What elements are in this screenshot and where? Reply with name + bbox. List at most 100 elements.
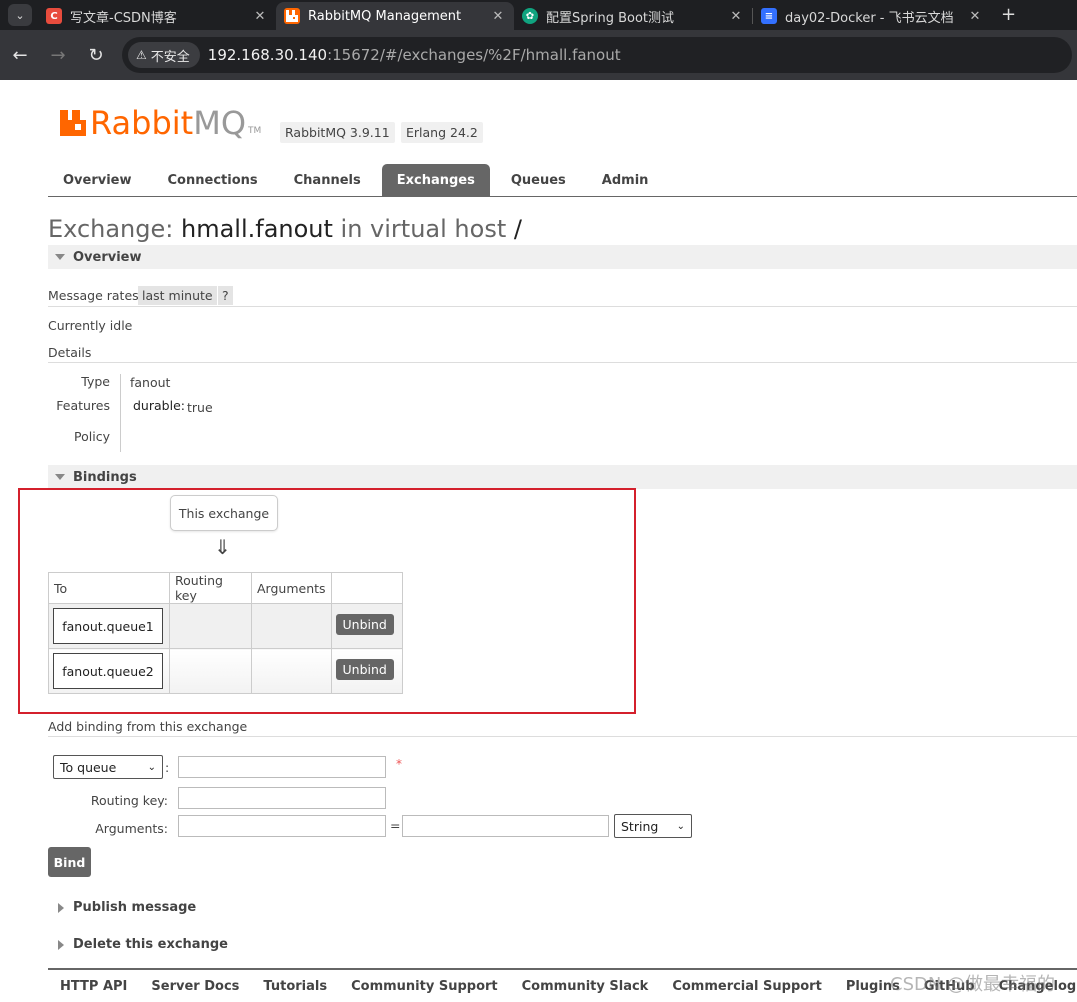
reload-icon[interactable]: ↻ — [78, 37, 114, 73]
tab-exchanges[interactable]: Exchanges — [381, 164, 490, 196]
tab-admin[interactable]: Admin — [587, 164, 664, 196]
arguments-label: Arguments: — [95, 821, 168, 836]
features-value: true — [187, 400, 213, 415]
tab-title: RabbitMQ Management — [308, 8, 462, 24]
features-label: Features — [56, 398, 110, 413]
col-to: To — [48, 572, 170, 604]
type-value: fanout — [130, 375, 171, 390]
erlang-badge: Erlang 24.2 — [401, 122, 483, 143]
divider — [48, 362, 1077, 363]
bindings-section-header[interactable]: Bindings — [48, 465, 1077, 489]
address-bar[interactable]: ⚠ 不安全 192.168.30.140:15672/#/exchanges/%… — [122, 37, 1072, 73]
cell-to: fanout.queue2 — [48, 648, 170, 694]
chevron-down-icon: ⌄ — [147, 761, 156, 773]
forward-arrow-icon[interactable]: → — [40, 37, 76, 73]
add-binding-heading: Add binding from this exchange — [48, 719, 248, 734]
rabbitmq-icon — [284, 8, 300, 24]
cell-to: fanout.queue1 — [48, 603, 170, 649]
browser-toolbar: ← → ↻ ⚠ 不安全 192.168.30.140:15672/#/excha… — [0, 30, 1077, 80]
publish-message-section-header[interactable]: Publish message — [48, 900, 196, 915]
routing-key-input[interactable] — [178, 787, 386, 809]
logo-wordmark: RabbitMQ — [90, 104, 246, 142]
bindings-table: To Routing key Arguments fanout.queue1 U… — [48, 572, 403, 694]
cell-action: Unbind — [330, 603, 403, 649]
table-row: fanout.queue2 Unbind — [48, 648, 403, 694]
message-rates-label: Message rates — [48, 288, 139, 303]
queue-link[interactable]: fanout.queue2 — [53, 653, 163, 689]
delete-exchange-section-header[interactable]: Delete this exchange — [48, 937, 228, 952]
table-row: fanout.queue1 Unbind — [48, 603, 403, 649]
cell-routing-key — [169, 603, 252, 649]
tab-channels[interactable]: Channels — [279, 164, 376, 196]
expand-triangle-icon — [58, 939, 64, 950]
queue-link[interactable]: fanout.queue1 — [53, 608, 163, 644]
col-routing-key: Routing key — [169, 572, 252, 604]
argument-key-input[interactable] — [178, 815, 386, 837]
url-path: :15672/#/exchanges/%2F/hmall.fanout — [327, 46, 621, 64]
tab-connections[interactable]: Connections — [153, 164, 273, 196]
back-arrow-icon[interactable]: ← — [2, 37, 38, 73]
divider — [48, 736, 1077, 737]
col-actions — [330, 572, 403, 604]
argument-value-input[interactable] — [402, 815, 609, 837]
browser-tab-chatgpt[interactable]: ✿ 配置Spring Boot测试 ✕ — [514, 2, 752, 30]
chatgpt-icon: ✿ — [522, 8, 538, 24]
tab-queues[interactable]: Queues — [496, 164, 581, 196]
csdn-icon: C — [46, 8, 62, 24]
csdn-watermark: CSDN @做最幸福的 — [890, 974, 1056, 995]
destination-type-select[interactable]: To queue ⌄ — [53, 755, 163, 779]
warning-icon: ⚠ — [136, 48, 147, 62]
cell-routing-key — [169, 648, 252, 694]
footer-link-community-slack[interactable]: Community Slack — [522, 979, 649, 994]
table-header-row: To Routing key Arguments — [48, 572, 403, 604]
close-icon[interactable]: ✕ — [967, 9, 983, 24]
vhost-name: / — [513, 215, 522, 243]
close-icon[interactable]: ✕ — [252, 9, 268, 24]
tab-search-chevron-icon[interactable]: ⌄ — [8, 4, 32, 26]
feishu-doc-icon: ≡ — [761, 8, 777, 24]
close-icon[interactable]: ✕ — [728, 9, 744, 24]
this-exchange-box: This exchange — [170, 495, 278, 531]
collapse-triangle-icon — [55, 254, 65, 260]
url-text[interactable]: 192.168.30.140:15672/#/exchanges/%2F/hma… — [208, 46, 621, 64]
policy-label: Policy — [74, 429, 110, 444]
browser-tab-feishu[interactable]: ≡ day02-Docker - 飞书云文档 ✕ — [753, 2, 991, 30]
security-label: 不安全 — [150, 49, 190, 65]
tab-title: day02-Docker - 飞书云文档 — [785, 10, 954, 26]
rates-period-chip[interactable]: last minute — [138, 286, 217, 305]
overview-section-header[interactable]: Overview — [48, 245, 1077, 269]
browser-tab-csdn[interactable]: C 写文章-CSDN博客 ✕ — [38, 2, 276, 30]
chevron-down-icon: ⌄ — [676, 820, 685, 832]
rabbitmq-logo[interactable]: RabbitMQ TM — [60, 106, 261, 140]
tab-title: 配置Spring Boot测试 — [546, 10, 675, 26]
argument-type-select[interactable]: String ⌄ — [614, 814, 692, 838]
footer-link-http-api[interactable]: HTTP API — [60, 979, 127, 994]
footer-link-community-support[interactable]: Community Support — [351, 979, 498, 994]
cell-action: Unbind — [330, 648, 403, 694]
main-nav: Overview Connections Channels Exchanges … — [48, 164, 1077, 197]
cell-arguments — [251, 603, 332, 649]
footer-link-commercial-support[interactable]: Commercial Support — [672, 979, 822, 994]
bind-button[interactable]: Bind — [48, 847, 91, 877]
unbind-button[interactable]: Unbind — [335, 659, 394, 680]
col-arguments: Arguments — [251, 572, 332, 604]
tab-overview[interactable]: Overview — [48, 164, 147, 196]
divider — [48, 306, 1077, 307]
new-tab-icon[interactable]: + — [991, 4, 1026, 30]
destination-input[interactable] — [178, 756, 386, 778]
footer-link-server-docs[interactable]: Server Docs — [151, 979, 239, 994]
help-chip[interactable]: ? — [218, 286, 233, 305]
security-chip[interactable]: ⚠ 不安全 — [128, 42, 200, 68]
collapse-triangle-icon — [55, 474, 65, 480]
rabbitmq-logo-icon — [60, 110, 86, 136]
tab-title: 写文章-CSDN博客 — [70, 10, 177, 26]
logo-trademark: TM — [248, 126, 262, 136]
version-badge: RabbitMQ 3.9.11 — [280, 122, 395, 143]
unbind-button[interactable]: Unbind — [335, 614, 394, 635]
close-icon[interactable]: ✕ — [490, 9, 506, 24]
type-label: Type — [81, 374, 110, 389]
footer-link-tutorials[interactable]: Tutorials — [263, 979, 327, 994]
expand-triangle-icon — [58, 902, 64, 913]
rabbitmq-page: RabbitMQ TM RabbitMQ 3.9.11 Erlang 24.2 … — [0, 80, 1077, 1002]
browser-tab-rabbitmq[interactable]: RabbitMQ Management ✕ — [276, 2, 514, 30]
